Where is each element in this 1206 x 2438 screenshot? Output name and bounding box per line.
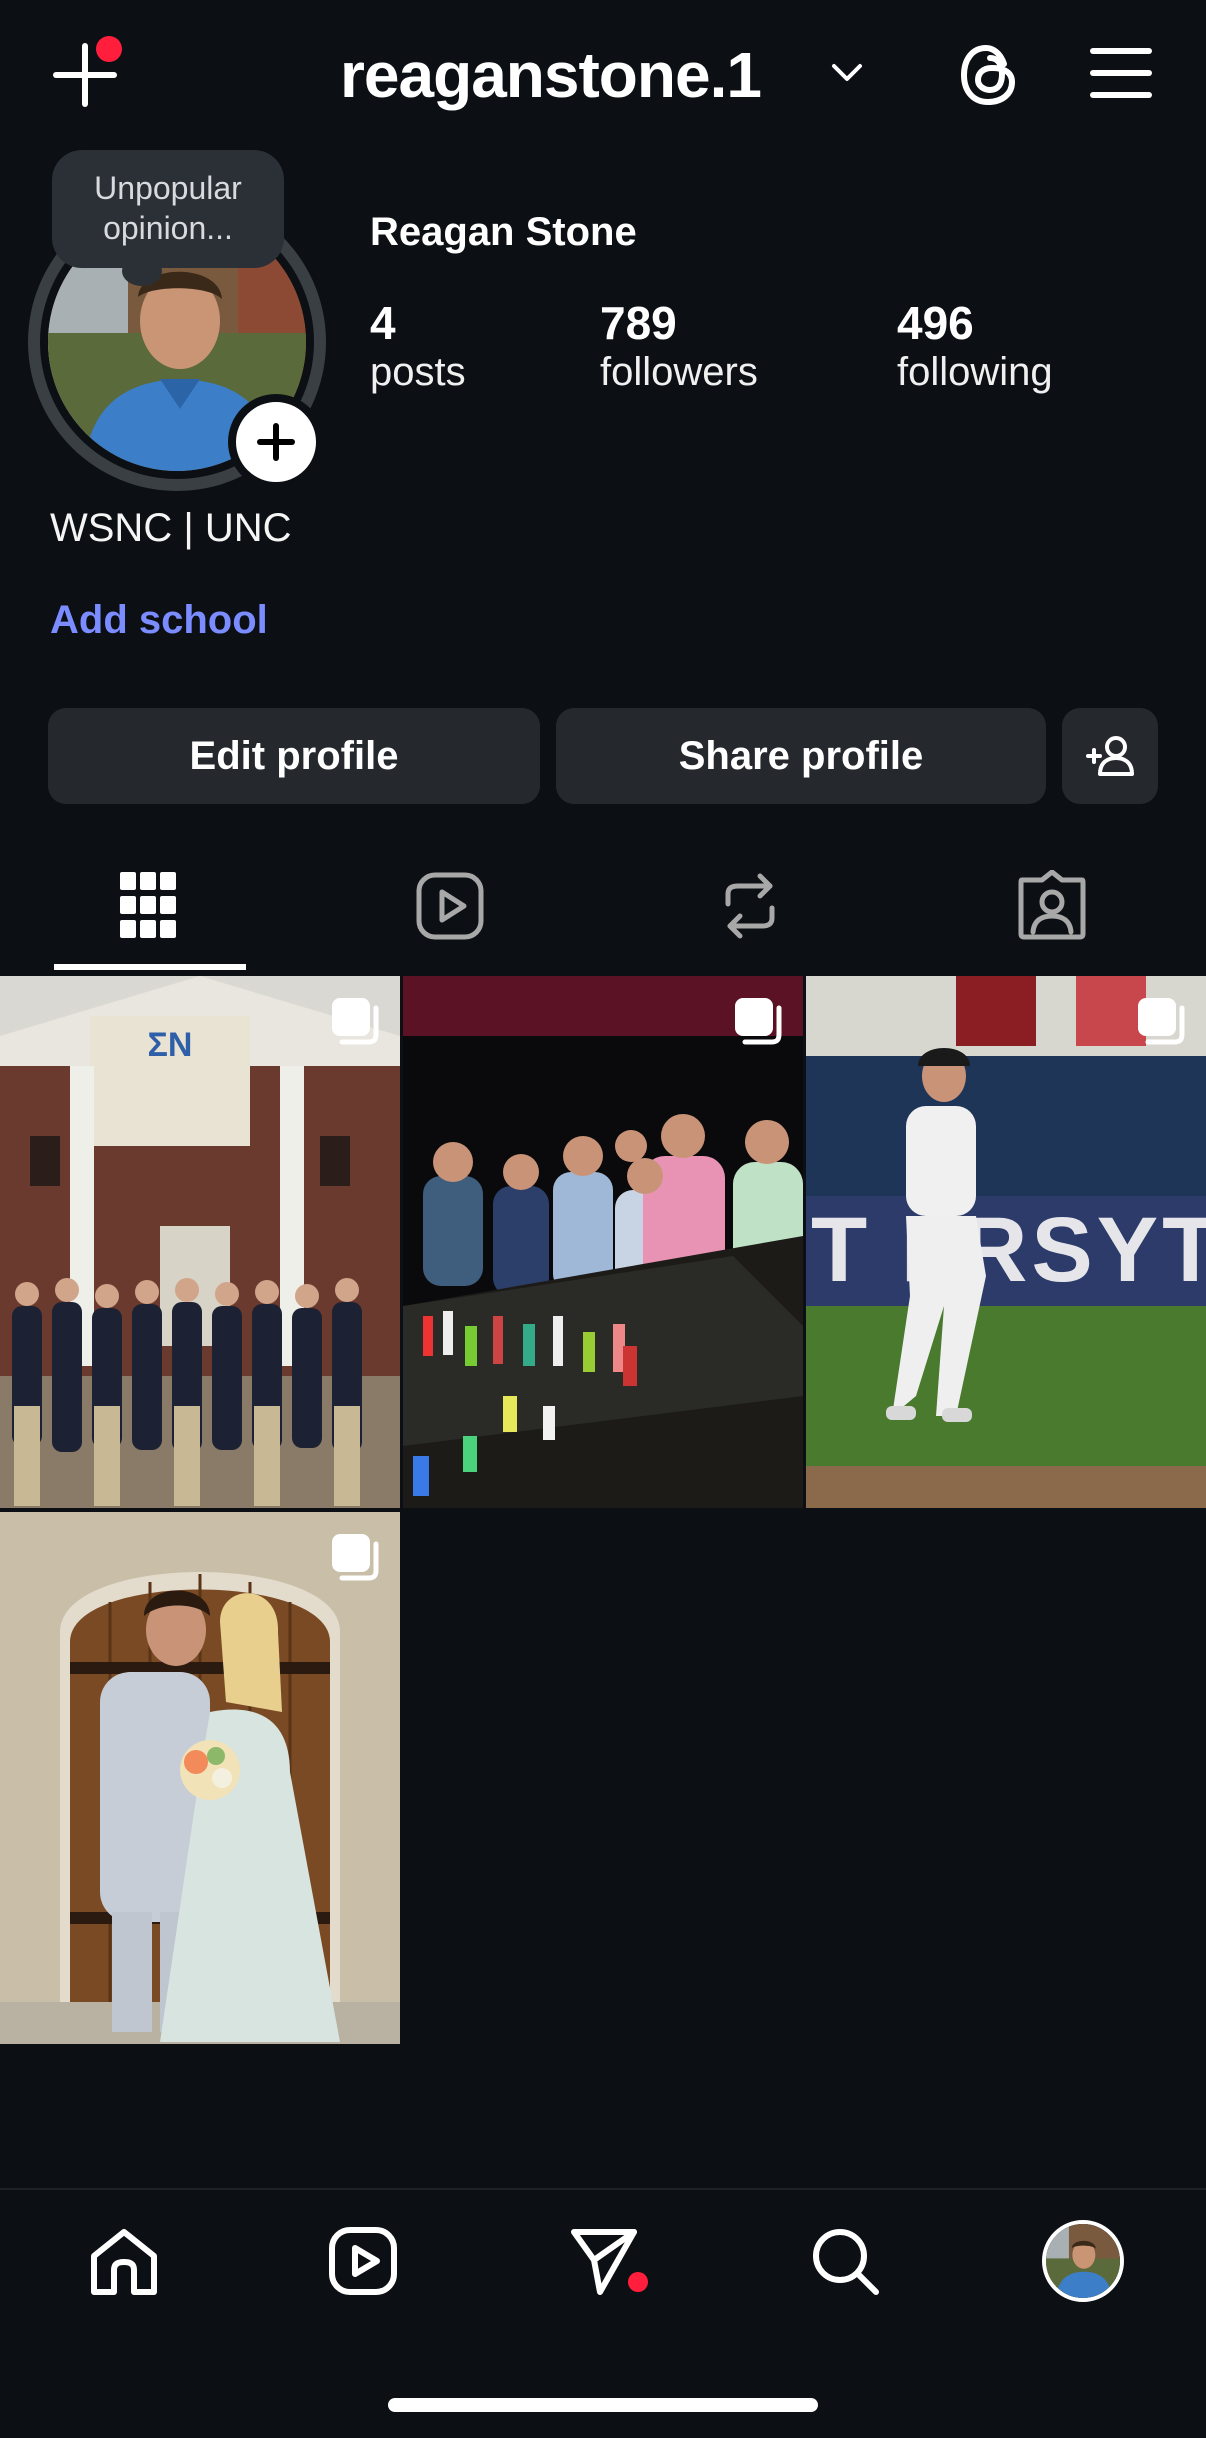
threads-icon [960, 44, 1016, 106]
profile-avatar [1046, 2224, 1120, 2298]
reels-icon [416, 872, 484, 940]
post-image [0, 1512, 400, 2044]
post-image: ΣΝ [0, 976, 400, 1508]
tab-reels[interactable] [416, 872, 484, 945]
multiple-photos-icon [1138, 998, 1185, 1045]
tab-reposts[interactable] [720, 872, 780, 945]
post-tile-prom-couple[interactable] [0, 1512, 400, 2044]
chevron-down-icon [832, 64, 862, 81]
messages-notification-dot [628, 2272, 648, 2292]
reels-icon [329, 2227, 397, 2295]
nav-search[interactable] [808, 2224, 882, 2303]
post-image: T FRSYT [806, 976, 1206, 1508]
username-title[interactable]: reaganstone.1 [340, 38, 762, 112]
multiple-photos-icon [332, 998, 379, 1045]
stat-count: 4 [370, 297, 396, 349]
post-tile-group-at-table[interactable] [403, 976, 803, 1508]
svg-text:T FRSYT: T FRSYT [811, 1199, 1206, 1301]
search-icon [813, 2229, 879, 2295]
plus-icon [257, 423, 295, 461]
stat-count: 789 [600, 297, 677, 349]
bio-text: WSNC | UNC [50, 506, 292, 550]
edit-profile-button[interactable]: Edit profile [48, 708, 540, 804]
stat-label: followers [600, 350, 758, 394]
post-tile-fraternity-house[interactable]: ΣΝ [0, 976, 400, 1508]
share-profile-button[interactable]: Share profile [556, 708, 1046, 804]
home-indicator [388, 2398, 818, 2412]
nav-home[interactable] [88, 2226, 160, 2303]
stat-following[interactable]: 496 following [897, 296, 1053, 395]
stat-followers[interactable]: 789 followers [600, 296, 758, 395]
post-image [403, 976, 803, 1508]
active-tab-indicator [54, 964, 246, 970]
full-name: Reagan Stone [370, 210, 637, 254]
svg-text:ΣΝ: ΣΝ [148, 1026, 193, 1064]
nav-profile[interactable] [1042, 2220, 1124, 2302]
add-story-button[interactable] [228, 394, 324, 490]
add-school-link[interactable]: Add school [50, 598, 268, 643]
note-bubble-tail [122, 256, 162, 286]
add-person-icon [1086, 736, 1134, 776]
nav-messages[interactable] [568, 2224, 640, 2301]
tab-tagged[interactable] [1018, 869, 1086, 945]
discover-people-button[interactable] [1062, 708, 1158, 804]
note-bubble[interactable]: Unpopular opinion... [52, 150, 284, 268]
tagged-icon [1018, 869, 1086, 940]
stat-label: following [897, 350, 1053, 394]
menu-icon [1090, 48, 1152, 98]
multiple-photos-icon [332, 1534, 379, 1581]
threads-button[interactable] [956, 40, 1020, 115]
stat-posts[interactable]: 4 posts [370, 296, 466, 395]
notification-dot [96, 36, 122, 62]
home-icon [91, 2229, 157, 2295]
tab-posts-grid[interactable] [120, 872, 176, 943]
account-switch-chevron[interactable] [830, 62, 864, 89]
stat-count: 496 [897, 297, 974, 349]
multiple-photos-icon [735, 998, 782, 1045]
stat-label: posts [370, 350, 466, 394]
post-tile-baseball-player[interactable]: T FRSYT [806, 976, 1206, 1508]
grid-icon [120, 872, 176, 938]
nav-reels[interactable] [328, 2226, 398, 2301]
reposts-icon [725, 873, 775, 939]
menu-button[interactable] [1090, 46, 1152, 105]
